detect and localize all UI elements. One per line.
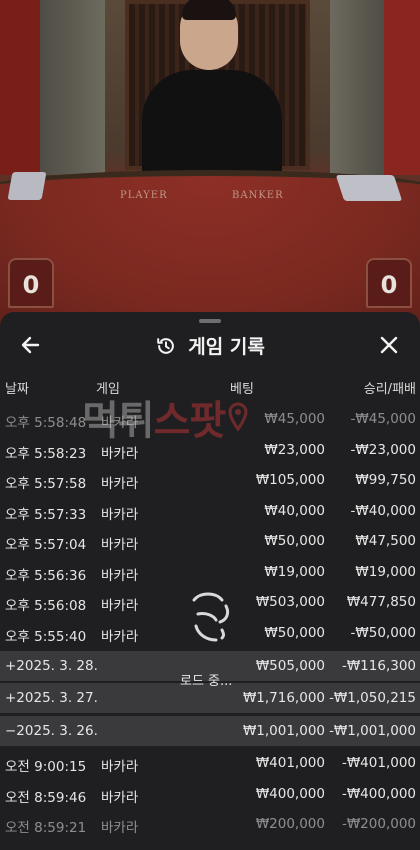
history-row[interactable]: 오후 5:58:48 바카라 ₩45,000 -₩45,000 bbox=[0, 404, 420, 435]
sheet-header: 게임 기록 bbox=[0, 326, 420, 366]
row-win-loss: -₩50,000 bbox=[350, 624, 416, 641]
player-score-badge: 0 bbox=[8, 258, 54, 308]
row-bet: ₩105,000 bbox=[255, 472, 325, 488]
row-date: 오후 5:57:33 bbox=[5, 506, 87, 523]
row-game: 바카라 bbox=[101, 628, 139, 645]
row-date: 오전 8:59:46 bbox=[5, 789, 87, 806]
card-shoe-right bbox=[335, 175, 403, 201]
row-game: 바카라 bbox=[101, 759, 139, 775]
row-bet: ₩40,000 bbox=[264, 502, 325, 519]
dealer-hair bbox=[182, 0, 236, 20]
row-win-loss: -₩40,000 bbox=[350, 502, 416, 519]
felt-banker-label: BANKER bbox=[232, 190, 284, 201]
history-row[interactable]: 오후 5:56:36 바카라 ₩19,000 ₩19,000 bbox=[0, 557, 420, 588]
history-row[interactable]: 오후 5:57:33 바카라 ₩40,000 -₩40,000 bbox=[0, 496, 420, 527]
row-bet: ₩200,000 bbox=[255, 816, 325, 832]
sheet-drag-handle[interactable] bbox=[199, 319, 221, 323]
sheet-title-group: 게임 기록 bbox=[0, 332, 420, 359]
history-row[interactable]: 오전 9:00:15 바카라 ₩401,000 -₩401,000 bbox=[0, 748, 420, 779]
banker-score-badge: 0 bbox=[366, 258, 412, 308]
row-date: 오후 5:57:04 bbox=[5, 537, 87, 553]
close-button[interactable] bbox=[374, 330, 404, 360]
row-game: 바카라 bbox=[101, 567, 139, 584]
row-game: 바카라 bbox=[101, 820, 139, 836]
live-video-area: PLAYER BANKER 0 0 bbox=[0, 0, 420, 330]
group-bet-total: ₩1,716,000 bbox=[242, 690, 325, 706]
date-group-row[interactable]: −2025. 3. 26. ₩1,001,000 -₩1,001,000 bbox=[0, 715, 420, 746]
row-win-loss: -₩400,000 bbox=[341, 785, 416, 802]
column-header-bet: 베팅 bbox=[230, 382, 254, 397]
column-header-date: 날짜 bbox=[5, 382, 29, 397]
history-row[interactable]: 오전 8:59:46 바카라 ₩400,000 -₩400,000 bbox=[0, 779, 420, 810]
sheet-title: 게임 기록 bbox=[188, 336, 265, 358]
loading-spinner-icon bbox=[192, 592, 230, 642]
row-game: 바카라 bbox=[101, 415, 139, 431]
row-bet: ₩50,000 bbox=[264, 624, 325, 641]
row-date: 오후 5:58:23 bbox=[5, 445, 87, 462]
row-game: 바카라 bbox=[101, 598, 139, 614]
dealer-body bbox=[142, 70, 282, 180]
group-date-toggle[interactable]: −2025. 3. 26. bbox=[5, 723, 98, 739]
row-bet: ₩19,000 bbox=[264, 563, 325, 580]
history-row[interactable]: 오후 5:58:23 바카라 ₩23,000 -₩23,000 bbox=[0, 435, 420, 466]
row-game: 바카라 bbox=[101, 445, 139, 462]
row-win-loss: -₩23,000 bbox=[350, 441, 416, 458]
column-header-win-loss: 승리/패배 bbox=[363, 382, 416, 397]
row-win-loss: -₩45,000 bbox=[350, 411, 416, 427]
row-date: 오후 5:56:08 bbox=[5, 598, 87, 614]
row-bet: ₩23,000 bbox=[264, 441, 325, 458]
group-date-toggle[interactable]: +2025. 3. 28. bbox=[5, 658, 98, 674]
row-win-loss: -₩200,000 bbox=[341, 816, 416, 832]
row-date: 오전 9:00:15 bbox=[5, 759, 87, 775]
row-game: 바카라 bbox=[101, 789, 139, 806]
row-win-loss: ₩47,500 bbox=[355, 533, 416, 549]
row-win-loss: -₩401,000 bbox=[341, 755, 416, 771]
red-panel-left bbox=[0, 0, 40, 175]
row-bet: ₩45,000 bbox=[264, 411, 325, 427]
group-date-toggle[interactable]: +2025. 3. 27. bbox=[5, 690, 98, 706]
row-date: 오전 8:59:21 bbox=[5, 820, 87, 836]
history-row[interactable]: 오전 8:59:21 바카라 ₩200,000 -₩200,000 bbox=[0, 809, 420, 840]
column-header-game: 게임 bbox=[96, 382, 120, 397]
row-win-loss: ₩19,000 bbox=[355, 563, 416, 580]
history-row[interactable]: 오후 5:57:58 바카라 ₩105,000 ₩99,750 bbox=[0, 465, 420, 496]
group-bet-total: ₩505,000 bbox=[255, 657, 325, 674]
group-win-loss-total: -₩116,300 bbox=[341, 657, 416, 674]
row-game: 바카라 bbox=[101, 476, 139, 492]
loading-text: 로드 중... bbox=[180, 674, 233, 689]
red-panel-right bbox=[384, 0, 420, 175]
close-icon bbox=[380, 336, 398, 354]
game-history-sheet: 게임 기록 날짜 게임 베팅 승리/패배 오후 5:58:48 바카라 ₩45,… bbox=[0, 312, 420, 850]
row-win-loss: ₩477,850 bbox=[346, 594, 416, 610]
row-bet: ₩50,000 bbox=[264, 533, 325, 549]
row-win-loss: ₩99,750 bbox=[355, 472, 416, 488]
row-date: 오후 5:56:36 bbox=[5, 567, 87, 584]
row-bet: ₩400,000 bbox=[255, 785, 325, 802]
row-date: 오후 5:58:48 bbox=[5, 415, 87, 431]
row-bet: ₩503,000 bbox=[255, 594, 325, 610]
group-win-loss-total: -₩1,050,215 bbox=[329, 690, 416, 706]
felt-player-label: PLAYER bbox=[120, 190, 168, 201]
row-game: 바카라 bbox=[101, 506, 139, 523]
row-date: 오후 5:55:40 bbox=[5, 628, 87, 645]
history-row[interactable]: 오후 5:57:04 바카라 ₩50,000 ₩47,500 bbox=[0, 526, 420, 557]
group-bet-total: ₩1,001,000 bbox=[242, 722, 325, 739]
history-icon bbox=[157, 337, 175, 354]
group-win-loss-total: -₩1,001,000 bbox=[329, 722, 416, 739]
card-shoe-left bbox=[7, 172, 47, 200]
row-bet: ₩401,000 bbox=[255, 755, 325, 771]
row-date: 오후 5:57:58 bbox=[5, 476, 87, 492]
row-game: 바카라 bbox=[101, 537, 139, 553]
